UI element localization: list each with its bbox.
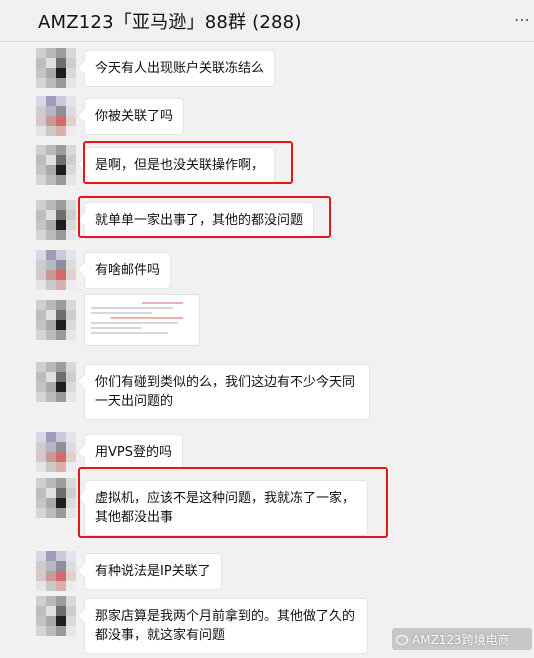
avatar[interactable] — [36, 478, 76, 518]
message-bubble[interactable]: 就单单一家出事了，其他的都没问题 — [84, 202, 315, 239]
message-bubble[interactable]: 那家店算是我两个月前拿到的。其他做了久的都没事，就这家有问题 — [84, 598, 368, 654]
avatar[interactable] — [36, 596, 76, 636]
image-message-thumbnail[interactable] — [84, 294, 200, 346]
avatar[interactable] — [36, 551, 76, 591]
more-options-icon[interactable]: ⋯ — [514, 10, 530, 29]
message-bubble[interactable]: 有啥邮件吗 — [84, 252, 172, 289]
watermark: AMZ123跨境电商 — [392, 628, 532, 650]
avatar[interactable] — [36, 362, 76, 402]
message-bubble[interactable]: 用VPS登的吗 — [84, 434, 183, 471]
message-bubble[interactable]: 你被关联了吗 — [84, 98, 185, 135]
message-bubble[interactable]: 是啊，但是也没关联操作啊， — [84, 147, 276, 184]
avatar[interactable] — [36, 200, 76, 240]
avatar[interactable] — [36, 145, 76, 185]
chat-header: AMZ123「亚马逊」88群 (288) ⋯ — [0, 0, 534, 42]
wechat-logo-icon — [396, 635, 408, 645]
message-bubble[interactable]: 你们有碰到类似的么，我们这边有不少今天同一天出问题的 — [84, 364, 370, 420]
avatar[interactable] — [36, 250, 76, 290]
watermark-text: AMZ123跨境电商 — [412, 633, 510, 647]
chat-title: AMZ123「亚马逊」88群 (288) — [38, 12, 302, 33]
avatar[interactable] — [36, 48, 76, 88]
message-bubble[interactable]: 有种说法是IP关联了 — [84, 553, 222, 590]
avatar[interactable] — [36, 432, 76, 472]
message-bubble[interactable]: 虚拟机，应该不是这种问题，我就冻了一家，其他都没出事 — [84, 480, 368, 536]
avatar[interactable] — [36, 96, 76, 136]
message-bubble[interactable]: 今天有人出现账户关联冻结么 — [84, 50, 276, 87]
avatar[interactable] — [36, 300, 76, 340]
